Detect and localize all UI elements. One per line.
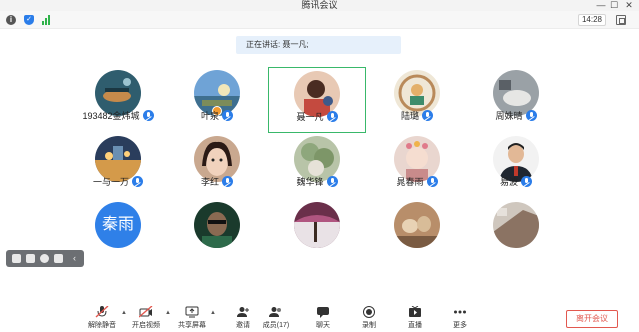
participant-tile[interactable]: 晁春雨 (368, 132, 466, 198)
title-bar: 腾讯会议 — ☐ ✕ (0, 0, 639, 11)
video-options-caret[interactable]: ▲ (165, 310, 171, 316)
chat-icon (317, 307, 329, 318)
participant-tile[interactable]: 周姝晴 (467, 66, 565, 132)
participant-name: 周姝晴 (495, 111, 523, 121)
mic-off-icon (95, 306, 109, 318)
leave-meeting-button[interactable]: 离开会议 (566, 310, 618, 328)
participant-name: 陆璐 (400, 111, 419, 121)
mic-muted-icon (222, 110, 233, 121)
grid-view-icon[interactable] (12, 254, 21, 263)
record-label: 录制 (362, 322, 376, 329)
members-label: 成员(17) (262, 322, 290, 329)
share-screen-icon (185, 306, 199, 318)
participant-name: 李红 (200, 177, 219, 187)
chevron-left-icon[interactable]: ‹ (70, 254, 79, 263)
members-button[interactable]: 成员(17) (258, 306, 294, 332)
more-label: 更多 (453, 322, 467, 329)
members-icon (269, 307, 281, 317)
close-button[interactable]: ✕ (622, 0, 636, 11)
participant-tile[interactable]: 李红 (168, 132, 266, 198)
speaker-view-icon[interactable] (40, 254, 49, 263)
participant-tile[interactable] (168, 198, 266, 264)
window-title: 腾讯会议 (301, 0, 338, 10)
text-avatar: 秦雨 (95, 202, 141, 248)
mic-muted-icon (222, 176, 233, 187)
live-label: 直播 (408, 322, 422, 329)
mic-muted-icon (142, 110, 154, 121)
participant-name: 易波 (499, 177, 518, 187)
more-icon (454, 310, 466, 314)
mic-muted-icon (326, 111, 338, 122)
minimize-button[interactable]: — (594, 0, 608, 11)
unmute-options-caret[interactable]: ▲ (121, 310, 127, 316)
participant-tile[interactable]: 魏华锋 (268, 132, 366, 198)
participant-tile[interactable] (467, 198, 565, 264)
mic-muted-icon (426, 176, 438, 187)
participant-tile[interactable] (368, 198, 466, 264)
meeting-duration: 14:28 (578, 14, 606, 26)
mic-muted-icon (132, 176, 143, 187)
live-button[interactable]: 直播 (397, 306, 433, 332)
unmute-label: 解除静音 (88, 322, 116, 329)
start-video-button[interactable]: 开启视频 (128, 306, 164, 332)
participant-tile[interactable]: 叶泉 (168, 66, 266, 132)
participant-tile[interactable] (268, 198, 366, 264)
mic-muted-icon (525, 110, 537, 121)
invite-button[interactable]: 邀请 (225, 306, 261, 332)
start-video-label: 开启视频 (132, 322, 160, 329)
live-icon (409, 306, 421, 317)
maximize-button[interactable]: ☐ (607, 0, 621, 11)
share-options-caret[interactable]: ▲ (210, 310, 216, 316)
meeting-top-toolbar: i ✓ 14:28 (0, 11, 639, 29)
participant-name: 叶泉 (200, 111, 219, 121)
avatar (394, 202, 440, 248)
record-button[interactable]: 录制 (351, 306, 387, 332)
unmute-button[interactable]: 解除静音 (84, 306, 120, 332)
chat-label: 聊天 (316, 322, 330, 329)
invite-label: 邀请 (236, 322, 250, 329)
view-switch-control[interactable]: ‹ (6, 250, 84, 267)
mic-muted-icon (521, 176, 532, 187)
record-icon (363, 306, 375, 318)
participant-tile[interactable]: 一与一万 (69, 132, 167, 198)
participant-name: 晁春雨 (396, 177, 424, 187)
chat-button[interactable]: 聊天 (305, 306, 341, 332)
video-off-icon (139, 306, 153, 318)
signal-icon[interactable] (42, 15, 52, 25)
avatar (294, 202, 340, 248)
mic-muted-icon (326, 176, 338, 187)
avatar (194, 202, 240, 248)
layout-icon[interactable] (54, 254, 63, 263)
participant-tile[interactable]: 193482金炜城 (69, 66, 167, 132)
participant-tile[interactable]: 易波 (467, 132, 565, 198)
list-view-icon[interactable] (26, 254, 35, 263)
invite-icon (237, 307, 249, 317)
avatar (493, 202, 539, 248)
fullscreen-icon[interactable] (616, 15, 626, 25)
info-icon[interactable]: i (6, 15, 16, 25)
mic-muted-icon (422, 110, 433, 121)
participant-name: 聂一凡 (296, 112, 324, 122)
share-screen-button[interactable]: 共享屏幕 (174, 306, 210, 332)
participant-name: 193482金炜城 (82, 111, 140, 121)
participant-tile-active-speaker[interactable]: 聂一凡 (268, 67, 366, 133)
share-screen-label: 共享屏幕 (178, 322, 206, 329)
speaking-indicator: 正在讲话: 聂一凡; (236, 36, 401, 54)
participant-name: 魏华锋 (296, 177, 324, 187)
participant-tile[interactable]: 陆璐 (368, 66, 466, 132)
participant-name: 一与一万 (92, 177, 129, 187)
more-button[interactable]: 更多 (442, 306, 478, 332)
shield-icon[interactable]: ✓ (24, 15, 34, 25)
